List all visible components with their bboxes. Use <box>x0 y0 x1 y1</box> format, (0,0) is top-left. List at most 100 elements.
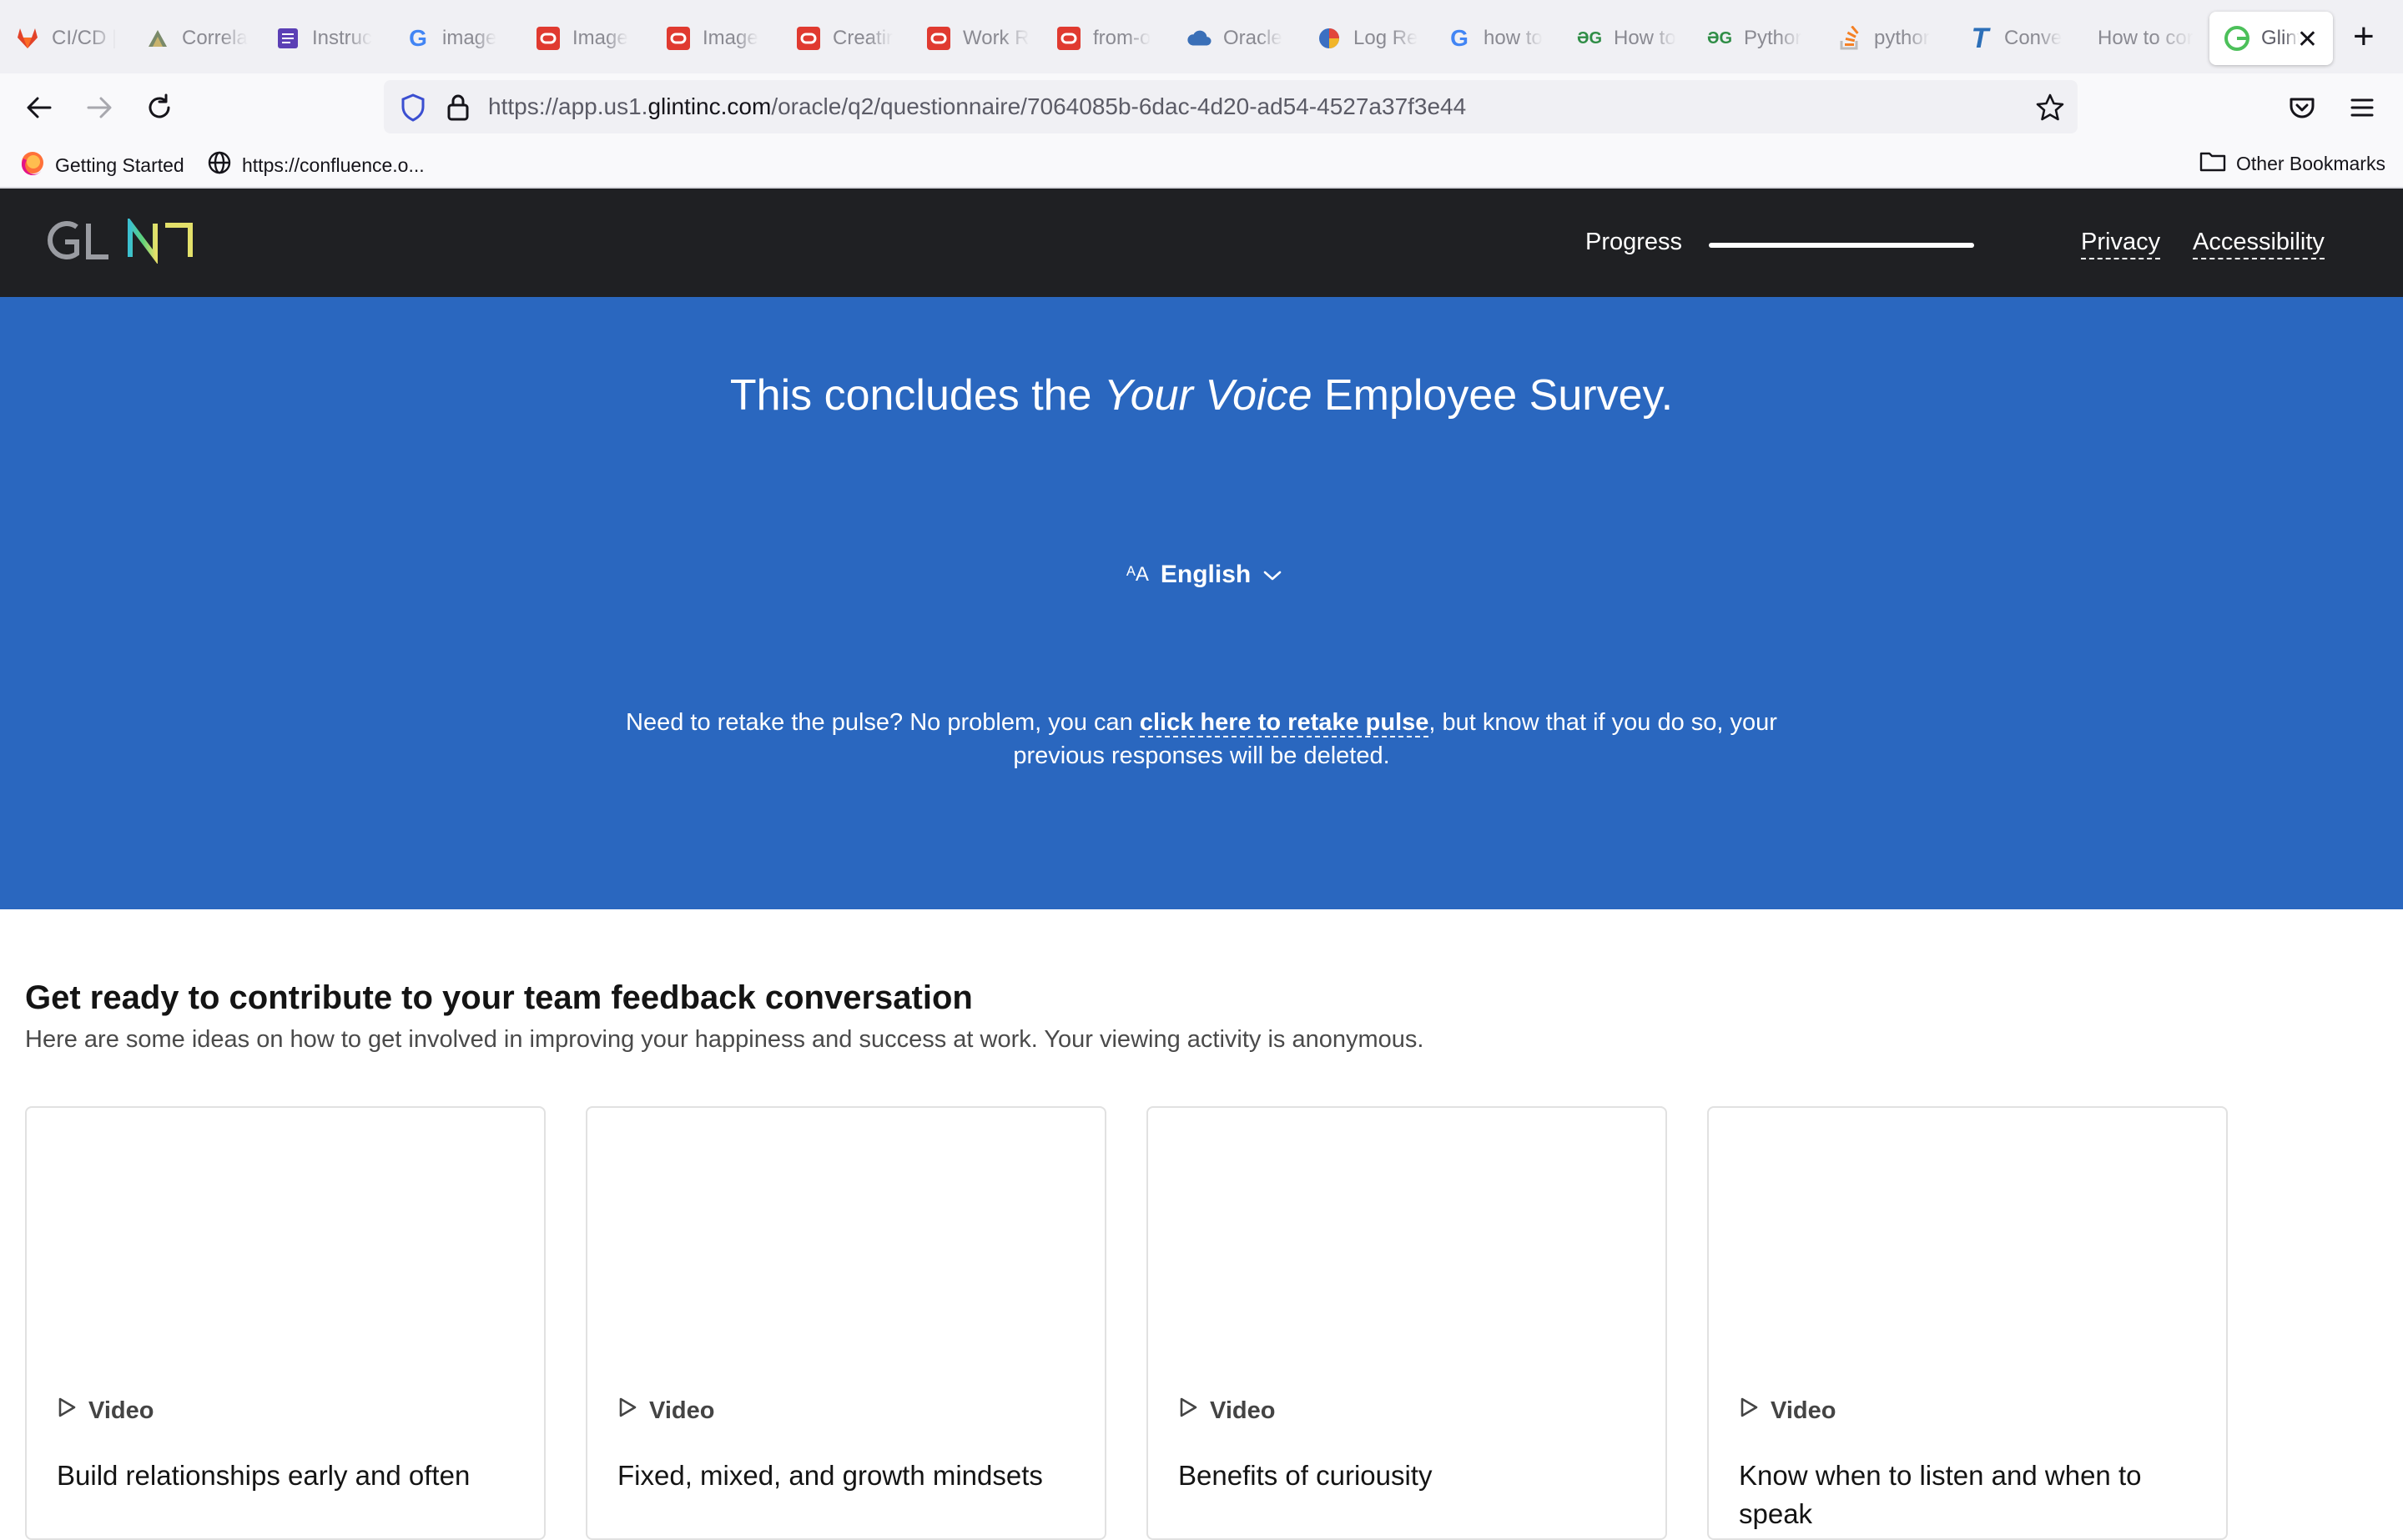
chevron-down-icon <box>1262 561 1282 589</box>
tab-instruc[interactable]: Instruc <box>260 12 385 65</box>
correlation-icon <box>145 26 170 51</box>
resources-subheading: Here are some ideas on how to get involv… <box>25 1026 1424 1053</box>
cloud-icon <box>1186 26 1212 51</box>
tab-work[interactable]: Work R <box>911 12 1036 65</box>
tab-label: CI/CD | <box>52 27 118 49</box>
gitlab-icon <box>15 26 40 51</box>
accessibility-link[interactable]: Accessibility <box>2193 229 2325 259</box>
tab-how-to-geeks[interactable]: ƏG How to <box>1562 12 1687 65</box>
completion-message-start: This concludes the <box>729 371 1104 420</box>
tab-glint-active[interactable]: Glint ✕ <box>2209 12 2333 65</box>
tab-how-to-cor[interactable]: How to cor <box>2083 12 2208 65</box>
other-bookmarks[interactable]: Other Bookmarks <box>2199 150 2385 177</box>
card-title: Fixed, mixed, and growth mindsets <box>617 1460 1043 1491</box>
tab-creating[interactable]: Creatir <box>781 12 906 65</box>
progress-fill <box>1709 243 1974 248</box>
card-kind-label: Video <box>1771 1397 1836 1424</box>
tab-cicd[interactable]: CI/CD | <box>0 12 125 65</box>
tab-label: Glint <box>2261 27 2300 49</box>
shield-logo-icon <box>1317 26 1342 51</box>
tab-label: How to cor <box>2098 27 2194 49</box>
tab-oracle[interactable]: Oracle <box>1171 12 1297 65</box>
forward-button[interactable] <box>80 88 118 127</box>
tab-label: Image <box>703 27 758 49</box>
completion-message-end: Employee Survey. <box>1312 371 1674 420</box>
resource-card[interactable]: Video Know when to listen and when to sp… <box>1707 1106 2228 1540</box>
play-icon <box>1739 1397 1759 1425</box>
tab-label: How to <box>1614 27 1676 49</box>
tab-python-so[interactable]: pythor <box>1822 12 1947 65</box>
resource-card[interactable]: Video Build relationships early and ofte… <box>25 1106 546 1540</box>
retake-text-start: Need to retake the pulse? No problem, yo… <box>626 709 1140 736</box>
url-host: glintinc.com <box>647 93 772 119</box>
app-header <box>0 189 2403 297</box>
card-kind: Video <box>617 1397 714 1425</box>
card-title: Build relationships early and often <box>57 1460 471 1491</box>
glint-icon <box>2224 26 2249 51</box>
card-kind: Video <box>57 1397 154 1425</box>
tab-image-2[interactable]: Image <box>651 12 776 65</box>
card-title: Know when to listen and when to speak <box>1739 1460 2142 1529</box>
card-kind: Video <box>1739 1397 1836 1425</box>
tab-convert[interactable]: T Conve <box>1952 12 2078 65</box>
tab-python-geeks[interactable]: ƏG Pythor <box>1692 12 1817 65</box>
tab-label: how to <box>1484 27 1543 49</box>
tab-label: Pythor <box>1744 27 1802 49</box>
card-kind-label: Video <box>88 1397 154 1424</box>
bookmark-label: Getting Started <box>55 153 184 176</box>
privacy-link[interactable]: Privacy <box>2081 229 2161 259</box>
t-logo-icon: T <box>1971 22 1989 54</box>
tab-label: Instruc <box>312 27 373 49</box>
close-icon[interactable]: ✕ <box>2297 25 2318 54</box>
card-title: Benefits of curiousity <box>1178 1460 1433 1491</box>
reload-button[interactable] <box>140 88 179 127</box>
play-icon <box>57 1397 77 1425</box>
completion-message: This concludes the Your Voice Employee S… <box>0 370 2403 420</box>
progress-label: Progress <box>1585 229 1683 255</box>
tab-label: image <box>442 27 497 49</box>
tab-label: Log Re <box>1353 27 1418 49</box>
url-text[interactable]: https://app.us1.glintinc.com/oracle/q2/q… <box>488 93 1466 120</box>
oracle-icon <box>536 26 561 51</box>
bookmark-star-icon[interactable] <box>2031 88 2069 127</box>
menu-icon[interactable] <box>2343 88 2381 127</box>
tab-how-to-google[interactable]: G how to <box>1432 12 1557 65</box>
back-button[interactable] <box>20 88 58 127</box>
tab-label: Oracle <box>1223 27 1282 49</box>
tab-image-google[interactable]: G image <box>390 12 516 65</box>
oracle-icon <box>796 26 821 51</box>
geeks-icon: ƏG <box>1706 28 1733 48</box>
card-kind-label: Video <box>649 1397 715 1424</box>
bookmark-confluence[interactable]: https://confluence.o... <box>207 150 425 180</box>
folder-icon <box>2199 150 2226 177</box>
google-icon: G <box>409 25 427 51</box>
card-kind: Video <box>1178 1397 1275 1425</box>
resources-heading: Get ready to contribute to your team fee… <box>25 979 973 1016</box>
lock-icon[interactable] <box>439 88 477 127</box>
tab-image-1[interactable]: Image <box>521 12 646 65</box>
oracle-icon <box>1056 26 1081 51</box>
document-icon <box>275 26 300 51</box>
bookmark-getting-started[interactable]: Getting Started <box>20 150 184 180</box>
tab-correla[interactable]: Correla <box>130 12 255 65</box>
tracking-shield-icon[interactable] <box>394 88 432 127</box>
tab-log[interactable]: Log Re <box>1302 12 1427 65</box>
translate-icon: ᴬA <box>1126 563 1149 586</box>
card-kind-label: Video <box>1210 1397 1276 1424</box>
new-tab-button[interactable]: + <box>2353 18 2375 55</box>
stackoverflow-icon <box>1837 26 1862 51</box>
resource-card[interactable]: Video Fixed, mixed, and growth mindsets <box>586 1106 1106 1540</box>
glint-logo[interactable] <box>43 216 194 268</box>
play-icon <box>617 1397 637 1425</box>
resource-card[interactable]: Video Benefits of curiousity <box>1146 1106 1667 1540</box>
pocket-icon[interactable] <box>2283 88 2321 127</box>
language-selector[interactable]: ᴬA English <box>1126 561 1282 589</box>
globe-icon <box>207 150 232 180</box>
tab-label: Creatir <box>833 27 894 49</box>
tab-label: Conve <box>2004 27 2063 49</box>
bookmark-label: https://confluence.o... <box>242 153 425 176</box>
retake-pulse-link[interactable]: click here to retake pulse <box>1139 709 1429 737</box>
firefox-icon <box>20 150 45 180</box>
oracle-icon <box>666 26 691 51</box>
tab-from-o[interactable]: from-o <box>1041 12 1166 65</box>
